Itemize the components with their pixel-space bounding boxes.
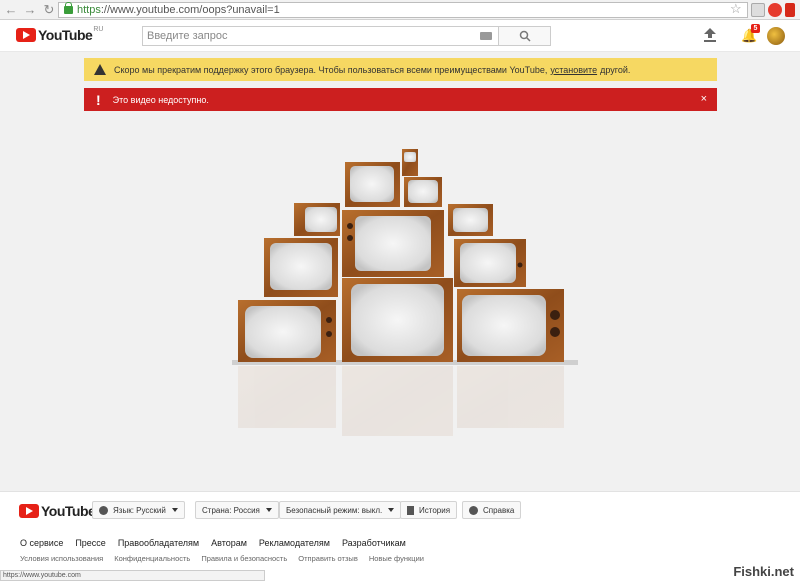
- footer-link-developers[interactable]: Разработчикам: [342, 538, 406, 548]
- avatar[interactable]: [767, 27, 785, 45]
- warning-text: Скоро мы прекратим поддержку этого брауз…: [114, 64, 548, 75]
- footer-link-about[interactable]: О сервисе: [20, 538, 63, 548]
- error-icon: !: [96, 91, 101, 108]
- url-scheme: https: [77, 4, 101, 16]
- lock-icon: [64, 2, 73, 14]
- country-label: Страна: Россия: [202, 505, 260, 515]
- language-label: Язык: Русский: [113, 505, 166, 515]
- country-button[interactable]: Страна: Россия: [195, 501, 279, 519]
- help-icon: [469, 505, 478, 515]
- forward-icon[interactable]: →: [22, 2, 38, 18]
- adblock-extension-icon[interactable]: [768, 3, 782, 17]
- safety-mode-button[interactable]: Безопасный режим: выкл.: [279, 501, 402, 519]
- footer-link-advertise[interactable]: Рекламодателям: [259, 538, 330, 548]
- chevron-down-icon: [171, 508, 178, 512]
- footer-link-creators[interactable]: Авторам: [211, 538, 247, 548]
- history-button[interactable]: История: [400, 501, 458, 519]
- language-icon: [99, 505, 108, 515]
- chevron-down-icon: [388, 508, 395, 512]
- menu-icon[interactable]: [785, 3, 795, 17]
- upload-icon[interactable]: [704, 28, 716, 42]
- bookmark-star-icon[interactable]: ☆: [730, 1, 742, 17]
- footer-links-secondary: Условия использования Конфиденциальность…: [20, 554, 424, 563]
- logo-region: RU: [93, 25, 104, 33]
- footer-play-logo-icon: [19, 504, 39, 518]
- chevron-down-icon: [265, 508, 272, 512]
- logo-text: YouTube: [38, 27, 93, 43]
- help-label: Справка: [483, 505, 515, 515]
- reload-icon[interactable]: ↻: [41, 2, 57, 18]
- search-input[interactable]: Введите запрос: [142, 26, 499, 46]
- language-button[interactable]: Язык: Русский: [92, 501, 185, 519]
- play-logo-icon: [16, 28, 36, 42]
- footer-link-copyright[interactable]: Правообладателям: [118, 538, 199, 548]
- history-label: История: [419, 505, 451, 515]
- error-text: Это видео недоступно.: [112, 94, 209, 105]
- footer-youtube-logo[interactable]: YouTube: [19, 503, 96, 519]
- extension-icon[interactable]: [751, 3, 765, 17]
- url-text: ://www.youtube.com/oops?unavail=1: [100, 4, 280, 16]
- footer-link-feedback[interactable]: Отправить отзыв: [298, 554, 358, 563]
- search-placeholder: Введите запрос: [147, 30, 228, 42]
- search-button[interactable]: [498, 26, 551, 46]
- footer-link-new-features[interactable]: Новые функции: [369, 554, 424, 563]
- error-banner: ! Это видео недоступно. ×: [84, 88, 717, 111]
- search-icon: [519, 30, 531, 42]
- footer-link-press[interactable]: Прессе: [75, 538, 106, 548]
- watermark: Fishki.net: [733, 564, 794, 579]
- install-browser-link[interactable]: установите: [550, 65, 597, 75]
- footer-logo-text: YouTube: [41, 503, 96, 519]
- footer-link-privacy[interactable]: Конфиденциальность: [114, 554, 190, 563]
- warning-text-end: другой.: [600, 64, 631, 75]
- safety-mode-label: Безопасный режим: выкл.: [286, 505, 383, 515]
- site-header: YouTube RU Введите запрос 🔔 5: [0, 20, 800, 52]
- footer-link-terms[interactable]: Условия использования: [20, 554, 103, 563]
- youtube-logo[interactable]: YouTube RU: [16, 25, 104, 43]
- hourglass-icon: [407, 505, 414, 515]
- browser-status-bar: https://www.youtube.com: [0, 570, 265, 581]
- close-icon[interactable]: ×: [701, 93, 707, 105]
- keyboard-icon[interactable]: [480, 32, 492, 40]
- site-footer: YouTube Язык: Русский Страна: Россия Без…: [0, 491, 800, 581]
- address-bar[interactable]: https://www.youtube.com/oops?unavail=1: [58, 2, 748, 18]
- help-button[interactable]: Справка: [462, 501, 522, 519]
- tv-stack-illustration: [232, 149, 578, 436]
- browser-warning-banner: Скоро мы прекратим поддержку этого брауз…: [84, 58, 717, 81]
- footer-links-primary: О сервисе Прессе Правообладателям Автора…: [20, 538, 406, 548]
- footer-link-policy-safety[interactable]: Правила и безопасность: [201, 554, 287, 563]
- warning-icon: [94, 64, 106, 75]
- back-icon[interactable]: ←: [3, 2, 19, 18]
- notification-badge: 5: [751, 24, 760, 33]
